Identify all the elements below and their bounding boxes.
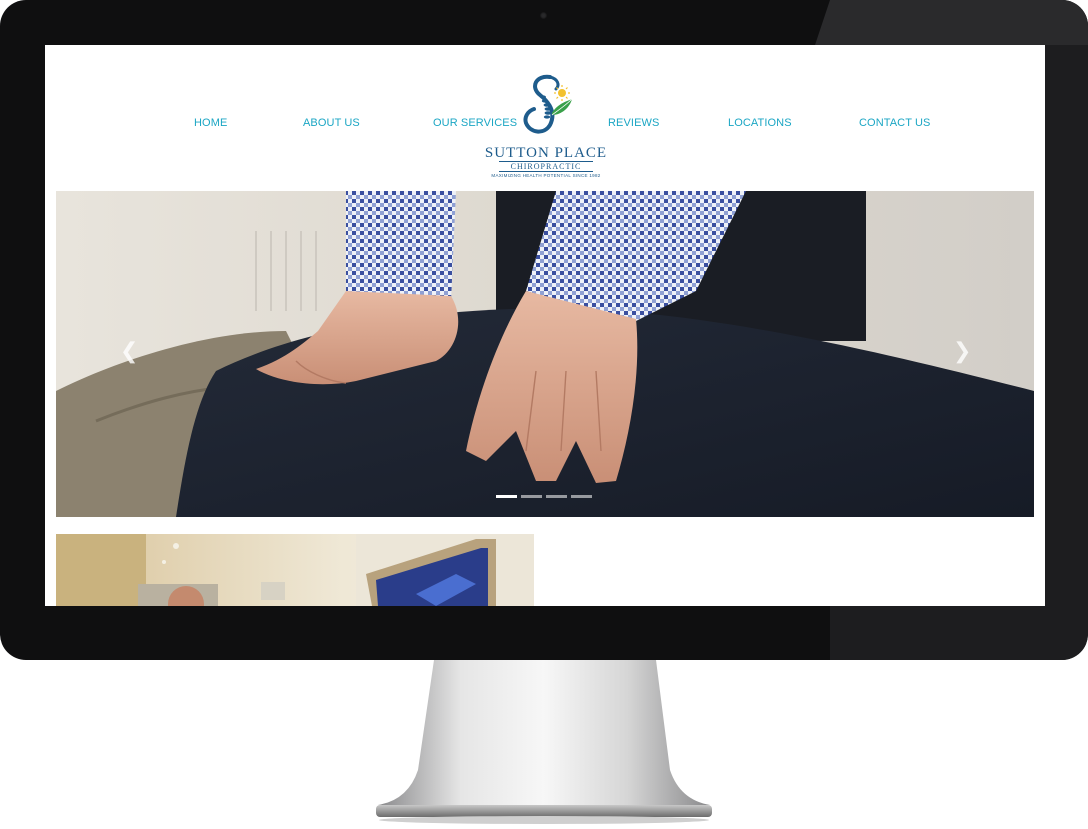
carousel-indicator-3[interactable] (546, 495, 567, 498)
office-photo (56, 534, 534, 606)
nav-contact-us[interactable]: CONTACT US (859, 117, 931, 129)
nav-reviews[interactable]: REVIEWS (608, 117, 659, 129)
site-logo[interactable]: SUTTON PLACE CHIROPRACTIC MAXIMIZING HEA… (481, 73, 611, 185)
carousel-indicator-4[interactable] (571, 495, 592, 498)
carousel-next-icon[interactable]: ❯ (953, 341, 971, 363)
nav-home[interactable]: HOME (194, 117, 227, 129)
monitor-stand (376, 660, 712, 824)
site-header: HOME ABOUT US OUR SERVICES REVIEWS LOCAT… (45, 45, 1045, 191)
logo-tagline: MAXIMIZING HEALTH POTENTIAL SINCE 1982 (491, 173, 601, 178)
logo-name: SUTTON PLACE (484, 145, 608, 161)
hero-slide-image (56, 191, 1034, 517)
carousel-indicators (496, 495, 592, 498)
hero-carousel[interactable]: ❮ ❯ (56, 191, 1034, 517)
nav-locations[interactable]: LOCATIONS (728, 117, 792, 129)
nav-about-us[interactable]: ABOUT US (303, 117, 360, 129)
carousel-prev-icon[interactable]: ❮ (120, 341, 138, 363)
carousel-indicator-2[interactable] (521, 495, 542, 498)
carousel-indicator-1[interactable] (496, 495, 517, 498)
camera-icon (540, 12, 547, 19)
desktop-monitor-mockup: HOME ABOUT US OUR SERVICES REVIEWS LOCAT… (0, 0, 1088, 829)
office-photo-image (56, 534, 534, 606)
spine-leaf-logo-icon (523, 74, 573, 134)
website-screen: HOME ABOUT US OUR SERVICES REVIEWS LOCAT… (45, 45, 1045, 606)
logo-subtitle: CHIROPRACTIC (499, 161, 593, 172)
